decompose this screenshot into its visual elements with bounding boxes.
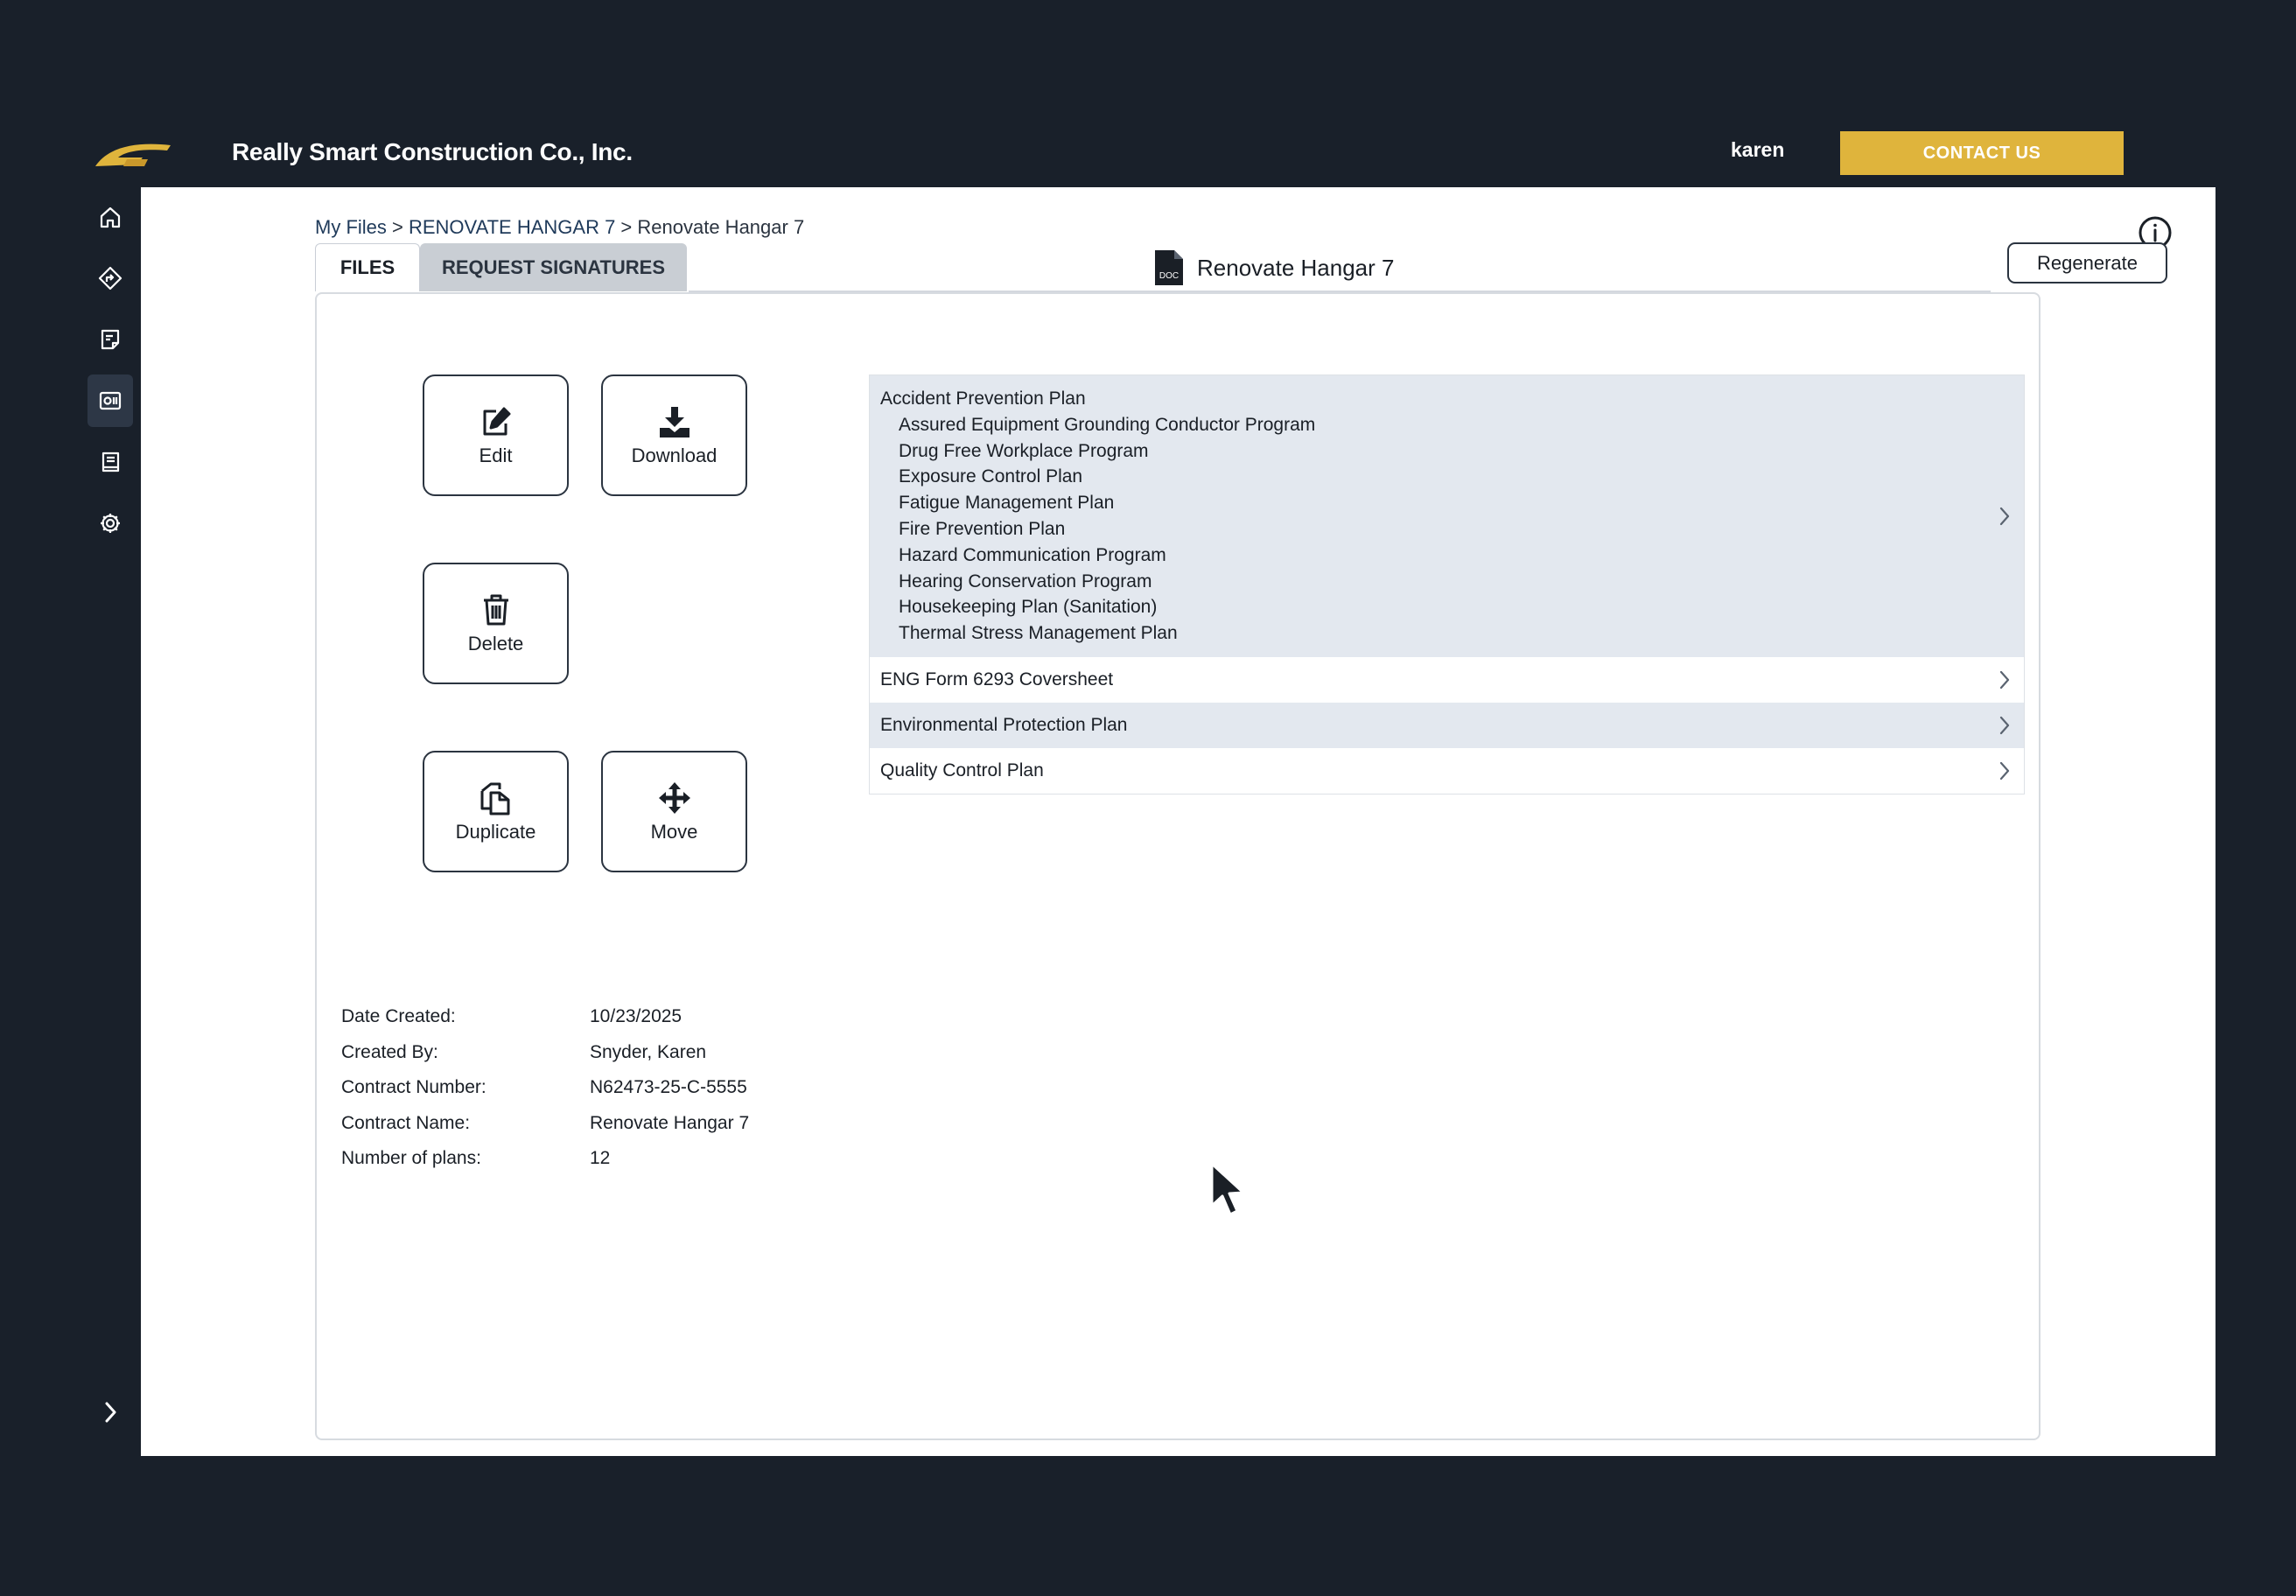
sidebar-item-contracts[interactable] [88,374,133,427]
top-bar: Really Smart Construction Co., Inc. kare… [0,0,2296,187]
detail-value: N62473-25-C-5555 [590,1077,747,1097]
detail-label: Number of plans: [341,1148,481,1168]
duplicate-label: Duplicate [455,820,536,843]
plan-list: Accident Prevention Plan Assured Equipme… [869,374,2025,794]
sidebar-item-settings[interactable] [88,497,133,550]
duplicate-button[interactable]: Duplicate [423,751,569,872]
chevron-right-icon [1999,716,2010,735]
duplicate-icon [480,782,509,815]
plan-sub-item: Drug Free Workplace Program [899,440,1149,461]
plan-sub-item: Housekeeping Plan (Sanitation) [899,597,1158,618]
detail-row: Date Created: 10/23/2025 [341,1006,866,1032]
chevron-right-icon [1999,670,2010,690]
regenerate-button[interactable]: Regenerate [2007,242,2167,284]
sidebar-item-directions[interactable] [88,252,133,304]
detail-value: 10/23/2025 [590,1006,682,1026]
edit-button[interactable]: Edit [423,374,569,496]
breadcrumb-folder[interactable]: RENOVATE HANGAR 7 [409,216,615,238]
edit-icon [483,407,510,435]
plan-row-label: Environmental Protection Plan [880,715,1128,735]
document-name: Renovate Hangar 7 [1197,254,1395,281]
chevron-right-icon [1999,507,2010,526]
detail-value: 12 [590,1148,611,1168]
diamond-arrow-icon [98,266,122,290]
book-icon [102,452,120,472]
move-label: Move [650,820,698,843]
plan-group-accident-prevention[interactable]: Accident Prevention Plan Assured Equipme… [870,375,2024,657]
sidebar-item-library[interactable] [88,436,133,488]
detail-row: Number of plans: 12 [341,1148,866,1174]
delete-label: Delete [467,632,524,654]
plan-row-label: ENG Form 6293 Coversheet [880,669,1114,690]
chevron-right-icon [105,1402,116,1423]
plan-group-title: Accident Prevention Plan [880,388,1086,409]
main-content: My Files > RENOVATE HANGAR 7 > Renovate … [141,187,2216,1456]
detail-value: Snyder, Karen [590,1042,707,1062]
document-title: DOC Renovate Hangar 7 [1153,248,1394,287]
doc-icon-label: DOC [1159,271,1179,281]
sidebar-item-notes[interactable] [88,313,133,366]
sidebar-item-home[interactable] [88,191,133,243]
plan-row[interactable]: Environmental Protection Plan [870,703,2024,748]
plan-sub-item: Exposure Control Plan [899,466,1083,487]
detail-label: Contract Number: [341,1077,486,1097]
plan-sub-item: Fire Prevention Plan [899,518,1066,539]
move-button[interactable]: Move [601,751,747,872]
tab-request-signatures[interactable]: REQUEST SIGNATURES [420,243,687,291]
tab-files[interactable]: FILES [315,243,420,291]
detail-label: Date Created: [341,1006,456,1026]
download-button[interactable]: Download [601,374,747,496]
chevron-right-icon [1999,761,2010,780]
sidebar-expand-button[interactable] [88,1390,133,1435]
doc-file-icon: DOC [1155,250,1183,285]
detail-row: Contract Name: Renovate Hangar 7 [341,1113,866,1139]
plan-sub-item: Thermal Stress Management Plan [899,623,1178,644]
breadcrumb-current: Renovate Hangar 7 [637,216,805,238]
company-logo-icon[interactable] [92,140,172,170]
move-arrows-icon [658,781,690,814]
home-icon [100,206,121,228]
breadcrumb: My Files > RENOVATE HANGAR 7 > Renovate … [315,216,804,239]
delete-button[interactable]: Delete [423,563,569,684]
plan-row[interactable]: Quality Control Plan [870,748,2024,794]
detail-value: Renovate Hangar 7 [590,1113,750,1133]
detail-row: Created By: Snyder, Karen [341,1042,866,1068]
breadcrumb-separator: > [386,216,409,238]
contact-us-button[interactable]: CONTACT US [1840,131,2124,175]
notes-icon [101,329,120,350]
mouse-pointer-icon [1210,1162,1245,1216]
breadcrumb-my-files[interactable]: My Files [315,216,387,238]
plan-sub-item: Hearing Conservation Program [899,570,1152,592]
username[interactable]: karen [1731,138,1784,162]
plan-row[interactable]: ENG Form 6293 Coversheet [870,657,2024,703]
id-card-icon [99,391,122,410]
detail-label: Contract Name: [341,1113,471,1133]
breadcrumb-separator: > [615,216,638,238]
plan-row-label: Quality Control Plan [880,760,1044,780]
trash-icon [483,594,508,625]
detail-label: Created By: [341,1042,438,1062]
detail-row: Contract Number: N62473-25-C-5555 [341,1077,866,1103]
edit-label: Edit [479,444,513,466]
download-icon [659,406,690,438]
plan-sub-item: Fatigue Management Plan [899,493,1115,514]
plan-sub-item: Hazard Communication Program [899,544,1166,565]
tab-bar: FILES REQUEST SIGNATURES [315,243,687,291]
plan-sub-item: Assured Equipment Grounding Conductor Pr… [899,414,1316,435]
gear-icon [101,514,120,533]
download-label: Download [631,444,718,466]
company-name: Really Smart Construction Co., Inc. [232,138,633,165]
